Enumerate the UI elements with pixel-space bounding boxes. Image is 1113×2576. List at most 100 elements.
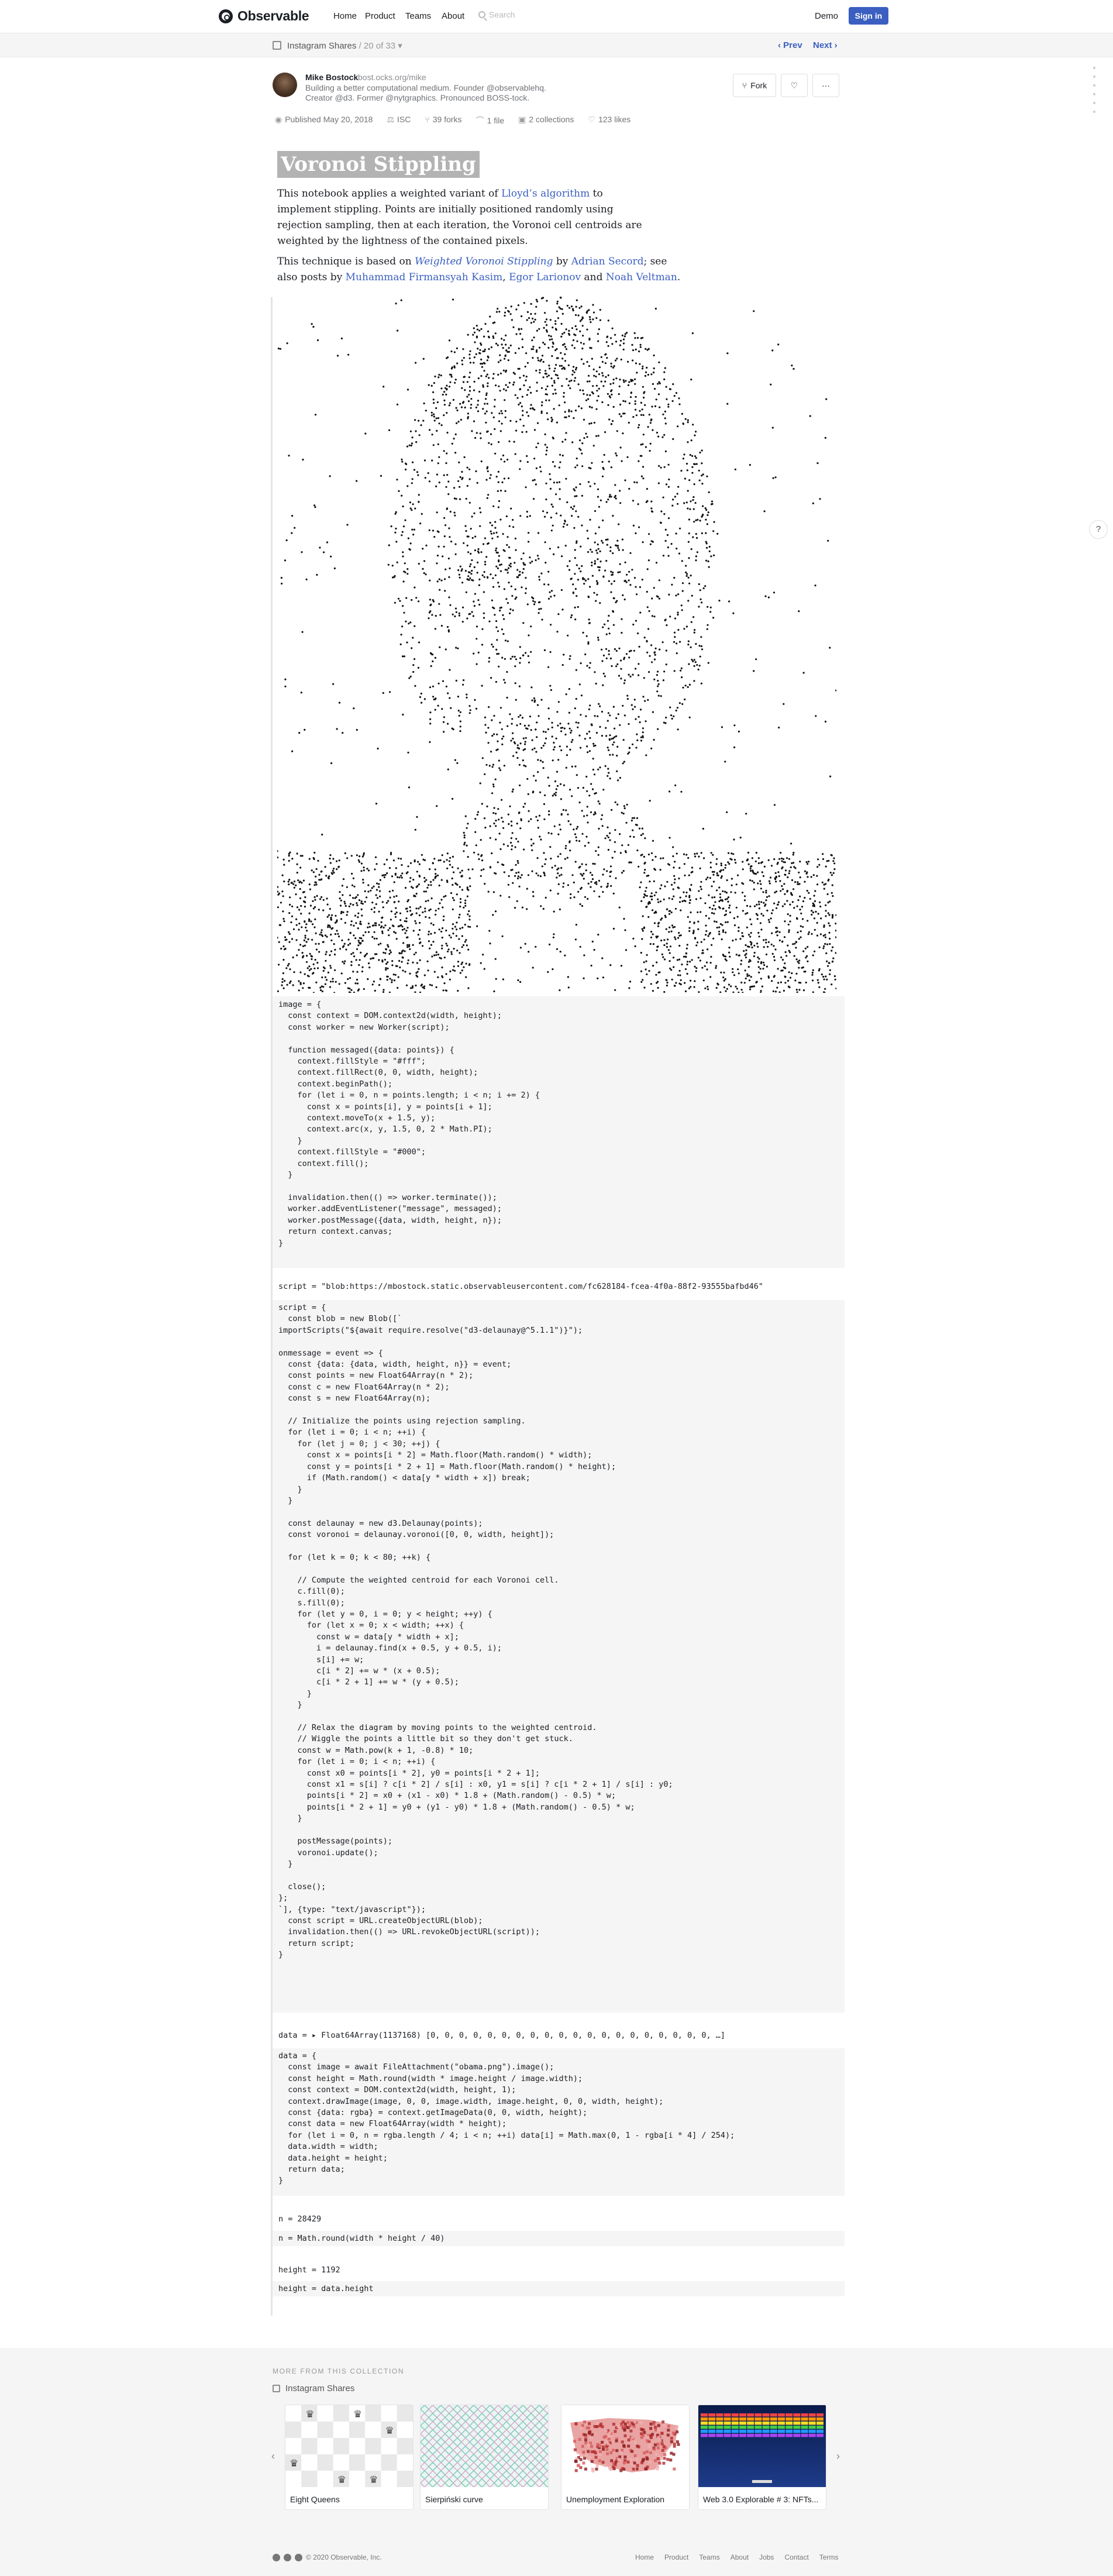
- footer-link-jobs[interactable]: Jobs: [759, 2553, 774, 2561]
- author-bio-line-2: Creator @d3. Former @nytgraphics. Pronou…: [305, 93, 530, 102]
- files-count[interactable]: ⌒ 1 file: [476, 115, 505, 126]
- likes-count[interactable]: ♡ 123 likes: [588, 115, 630, 126]
- demo-link[interactable]: Demo: [815, 11, 838, 21]
- footer-link-about[interactable]: About: [730, 2553, 749, 2561]
- larionov-link[interactable]: Egor Larionov: [509, 271, 581, 283]
- credits-paragraph: This technique is based on Weighted Voro…: [277, 256, 681, 283]
- license[interactable]: ⚖ ISC: [387, 115, 411, 126]
- collection-title[interactable]: Instagram Shares / 20 of 33 ▾: [287, 40, 402, 51]
- search-input[interactable]: Search: [478, 10, 515, 19]
- next-notebook-link[interactable]: Next ›: [813, 40, 838, 50]
- author-site[interactable]: bost.ocks.org/mike: [358, 73, 426, 82]
- nav-link-product[interactable]: Product: [365, 11, 395, 21]
- stippled-portrait-canvas: [277, 297, 836, 993]
- footer-brand: © 2020 Observable, Inc.: [273, 2553, 382, 2561]
- nft-explorable-thumbnail: [698, 2405, 826, 2487]
- footer-link-terms[interactable]: Terms: [819, 2553, 839, 2561]
- svg-text:♛: ♛: [369, 2474, 378, 2485]
- footer-link-contact[interactable]: Contact: [784, 2553, 808, 2561]
- more-icon: ···: [822, 81, 830, 90]
- height-cell-output: height = 1192: [278, 2265, 340, 2275]
- top-navbar: Observable Home Product Teams About Sear…: [0, 0, 1113, 33]
- svg-text:♛: ♛: [353, 2409, 362, 2420]
- collection-card[interactable]: Web 3.0 Explorable # 3: NFTs...: [698, 2405, 826, 2510]
- kasim-link[interactable]: Muhammad Firmansyah Kasim: [346, 271, 503, 283]
- fork-button[interactable]: ⑂ Fork: [733, 74, 776, 97]
- fork-icon: ⑂: [425, 115, 430, 124]
- veltman-link[interactable]: Noah Veltman: [606, 271, 677, 283]
- copyright: © 2020 Observable, Inc.: [306, 2553, 382, 2561]
- fork-icon: ⑂: [742, 81, 747, 90]
- svg-text:♛: ♛: [290, 2458, 298, 2469]
- observable-logo[interactable]: Observable: [219, 8, 309, 24]
- globe-icon: ◉: [275, 115, 282, 124]
- published-date: ◉ Published May 20, 2018: [275, 115, 373, 124]
- twitter-icon[interactable]: [295, 2553, 302, 2561]
- adrian-secord-link[interactable]: Adrian Secord: [571, 256, 644, 267]
- carousel-prev-arrow[interactable]: ‹: [271, 2450, 275, 2462]
- sierpinski-thumbnail: [421, 2405, 548, 2488]
- heart-icon: ♡: [588, 115, 595, 124]
- collection-position: / 20 of 33: [359, 41, 396, 51]
- intro-paragraph: This notebook applies a weighted variant…: [277, 188, 642, 247]
- carousel-next-arrow[interactable]: ›: [836, 2450, 840, 2462]
- collection-card[interactable]: Sierpiński curve: [420, 2405, 549, 2510]
- paperclip-icon: ⌒: [475, 116, 484, 125]
- card-title: Unemployment Exploration: [566, 2495, 665, 2504]
- svg-text:♛: ♛: [337, 2474, 346, 2485]
- unemployment-map-thumbnail: [561, 2405, 689, 2487]
- brand-name: Observable: [237, 8, 309, 23]
- script-cell-code[interactable]: script = { const blob = new Blob([` impo…: [273, 1300, 845, 2013]
- footer-links: Home Product Teams About Jobs Contact Te…: [635, 2553, 838, 2561]
- search-icon: [478, 11, 485, 18]
- card-title: Sierpiński curve: [425, 2495, 483, 2504]
- collection-icon: [273, 2385, 280, 2392]
- more-section-label: MORE FROM THIS COLLECTION: [273, 2367, 405, 2375]
- script-cell-output: script = "blob:https://mbostock.static.o…: [278, 1282, 764, 1291]
- height-cell-code[interactable]: height = data.height: [273, 2281, 845, 2296]
- github-icon[interactable]: [284, 2553, 291, 2561]
- collection-card[interactable]: ♛ ♛ ♛ ♛ ♛ ♛ Eight Queens: [285, 2405, 414, 2510]
- help-button[interactable]: ?: [1089, 520, 1108, 539]
- cell-menu-handle[interactable]: [1093, 67, 1095, 114]
- fork-label: Fork: [750, 81, 767, 90]
- observable-logo-icon: [219, 9, 233, 23]
- more-collection-title[interactable]: Instagram Shares: [285, 2384, 354, 2393]
- collection-card[interactable]: Unemployment Exploration: [561, 2405, 690, 2510]
- forks-count[interactable]: ⑂ 39 forks: [425, 115, 461, 126]
- card-title: Eight Queens: [290, 2495, 340, 2504]
- nav-link-teams[interactable]: Teams: [405, 11, 431, 21]
- collection-icon: ▣: [518, 115, 526, 124]
- more-menu-button[interactable]: ···: [812, 74, 839, 97]
- footer-link-home[interactable]: Home: [635, 2553, 654, 2561]
- footer-link-product[interactable]: Product: [664, 2553, 688, 2561]
- svg-text:♛: ♛: [385, 2425, 394, 2436]
- observable-logo-icon[interactable]: [273, 2553, 280, 2561]
- prev-notebook-link[interactable]: ‹ Prev: [778, 40, 802, 50]
- collection-bar: Instagram Shares / 20 of 33 ▾ ‹ Prev Nex…: [0, 33, 1113, 57]
- author-avatar[interactable]: [273, 73, 297, 97]
- collection-icon: [273, 41, 281, 50]
- page-title: Voronoi Stippling: [277, 151, 480, 178]
- n-cell-output: n = 28429: [278, 2214, 322, 2224]
- more-from-collection: [0, 2348, 1113, 2576]
- data-cell-output[interactable]: data = ▸ Float64Array(1137168) [0, 0, 0,…: [273, 2030, 845, 2041]
- footer-link-teams[interactable]: Teams: [699, 2553, 719, 2561]
- weighted-voronoi-link[interactable]: Weighted Voronoi Stippling: [415, 256, 553, 267]
- data-cell-code[interactable]: data = { const image = await FileAttachm…: [273, 2048, 845, 2196]
- nav-link-home[interactable]: Home: [333, 11, 357, 21]
- eight-queens-thumbnail: ♛ ♛ ♛ ♛ ♛ ♛: [285, 2405, 413, 2487]
- nav-link-about[interactable]: About: [442, 11, 464, 21]
- card-title: Web 3.0 Explorable # 3: NFTs...: [703, 2495, 819, 2504]
- search-placeholder: Search: [489, 10, 515, 19]
- scale-icon: ⚖: [387, 115, 394, 124]
- like-button[interactable]: ♡: [781, 74, 808, 97]
- author-name[interactable]: Mike Bostock: [305, 73, 358, 82]
- collections-count[interactable]: ▣ 2 collections: [518, 115, 574, 126]
- lloyds-algorithm-link[interactable]: Lloyd’s algorithm: [501, 188, 590, 200]
- image-cell-code[interactable]: image = { const context = DOM.context2d(…: [273, 996, 845, 1268]
- author-bio-line-1: Building a better computational medium. …: [305, 83, 546, 92]
- notebook-meta: ◉ Published May 20, 2018 ⚖ ISC ⑂ 39 forks ⌒…: [275, 115, 630, 126]
- sign-in-button[interactable]: Sign in: [849, 7, 888, 25]
- n-cell-code[interactable]: n = Math.round(width * height / 40): [273, 2231, 845, 2246]
